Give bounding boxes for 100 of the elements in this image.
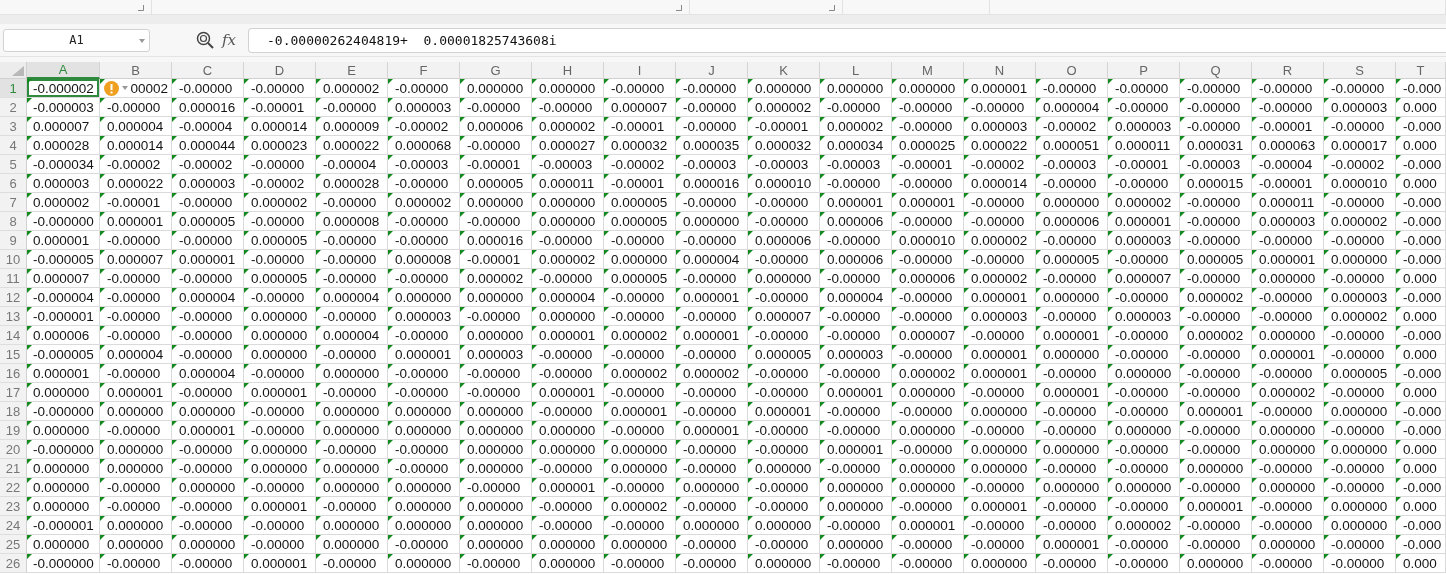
table-cell[interactable]: -0.00000 [1324, 79, 1396, 98]
table-cell[interactable]: 0.000000 [892, 383, 964, 402]
table-cell[interactable]: -0.00000 [100, 497, 172, 516]
table-cell[interactable]: 0.000003 [964, 307, 1036, 326]
table-cell[interactable]: 0.000003 [460, 345, 532, 364]
table-cell[interactable]: -0.00000 [316, 307, 388, 326]
table-cell[interactable]: 0.000011 [532, 174, 604, 193]
table-cell[interactable]: 0.000000 [27, 459, 100, 478]
column-header[interactable]: R [1252, 62, 1324, 79]
table-cell[interactable]: -0.00000 [1324, 554, 1396, 573]
column-header[interactable]: L [820, 62, 892, 79]
table-cell[interactable]: 0.000007 [604, 98, 676, 117]
table-cell[interactable]: -0.00000 [460, 136, 532, 155]
table-cell[interactable]: 0.000005 [604, 212, 676, 231]
table-cell[interactable]: -0.00000 [244, 212, 316, 231]
table-cell[interactable]: -0.00000 [1324, 535, 1396, 554]
table-cell[interactable]: -0.000 [1396, 421, 1446, 440]
table-cell[interactable]: 0.000000 [748, 516, 820, 535]
row-header[interactable]: 18 [0, 402, 27, 421]
table-cell[interactable]: -0.00000 [316, 193, 388, 212]
table-cell[interactable]: -0.000003 [27, 98, 100, 117]
table-cell[interactable]: -0.00003 [388, 155, 460, 174]
table-cell[interactable]: 0.000005 [748, 345, 820, 364]
table-cell[interactable]: 0.000000 [316, 421, 388, 440]
row-header[interactable]: 16 [0, 364, 27, 383]
table-cell[interactable]: -0.00003 [532, 155, 604, 174]
table-cell[interactable]: 0.000004 [1036, 98, 1108, 117]
table-cell[interactable]: 0.000005 [172, 212, 244, 231]
table-cell[interactable]: -0.00000 [532, 516, 604, 535]
table-cell[interactable]: -0.00000 [388, 79, 460, 98]
table-cell[interactable]: -0.00000 [316, 554, 388, 573]
table-cell[interactable]: -0.00000 [1036, 497, 1108, 516]
table-cell[interactable]: 0.000 [1396, 440, 1446, 459]
table-cell[interactable]: 0.000000 [604, 535, 676, 554]
table-cell[interactable]: -0.000000 [27, 440, 100, 459]
table-cell[interactable]: -0.00000 [1180, 383, 1252, 402]
row-header[interactable]: 6 [0, 174, 27, 193]
row-header[interactable]: 12 [0, 288, 27, 307]
table-cell[interactable]: -0.00000 [532, 364, 604, 383]
table-cell[interactable]: -0.00000 [1324, 459, 1396, 478]
table-cell[interactable]: 0.000000 [532, 535, 604, 554]
table-cell[interactable]: 0.000000 [748, 79, 820, 98]
table-cell[interactable]: -0.00000 [676, 117, 748, 136]
table-cell[interactable]: -0.00000 [820, 554, 892, 573]
table-cell[interactable]: -0.00000 [1324, 326, 1396, 345]
table-cell[interactable]: -0.00000 [1180, 535, 1252, 554]
table-cell[interactable]: -0.000 [1396, 535, 1446, 554]
table-cell[interactable]: 0.000 [1396, 269, 1446, 288]
table-cell[interactable]: 0.000000 [820, 478, 892, 497]
table-cell[interactable]: -0.00000 [604, 345, 676, 364]
table-cell[interactable]: 0.000001 [604, 402, 676, 421]
table-cell[interactable]: -0.00000 [1180, 307, 1252, 326]
table-cell[interactable]: 0.000002 [1108, 516, 1180, 535]
table-cell[interactable]: 0.000000 [1180, 459, 1252, 478]
table-cell[interactable]: -0.00000 [604, 79, 676, 98]
table-cell[interactable]: 0.000010 [1324, 174, 1396, 193]
row-header[interactable]: 21 [0, 459, 27, 478]
table-cell[interactable]: 0.000001 [748, 402, 820, 421]
table-cell[interactable]: 0.000000 [388, 421, 460, 440]
table-cell[interactable]: 0.000044 [172, 136, 244, 155]
table-cell[interactable]: -0.00000 [964, 98, 1036, 117]
table-cell[interactable]: -0.000 [1396, 326, 1446, 345]
table-cell[interactable]: 0.000000 [1324, 402, 1396, 421]
table-cell[interactable]: -0.00000 [1324, 269, 1396, 288]
table-cell[interactable]: 0.000000 [1252, 440, 1324, 459]
table-cell[interactable]: -0.00004 [172, 117, 244, 136]
table-cell[interactable]: -0.00000 [1180, 269, 1252, 288]
table-cell[interactable]: -0.00000 [1108, 79, 1180, 98]
column-header[interactable]: O [1036, 62, 1108, 79]
table-cell[interactable]: 0.000000 [316, 535, 388, 554]
table-cell[interactable]: 0.000000 [244, 459, 316, 478]
table-cell[interactable]: -0.00000 [1108, 497, 1180, 516]
table-cell[interactable]: 0.000007 [1108, 269, 1180, 288]
table-cell[interactable]: -0.00000 [964, 193, 1036, 212]
table-cell[interactable]: -0.000 [1396, 155, 1446, 174]
table-cell[interactable]: 0.000000 [1252, 535, 1324, 554]
table-cell[interactable]: -0.00000 [604, 307, 676, 326]
table-cell[interactable]: -0.00000 [892, 117, 964, 136]
column-header[interactable]: K [748, 62, 820, 79]
table-cell[interactable]: 0.000016 [676, 174, 748, 193]
table-cell[interactable]: 0.000000 [388, 516, 460, 535]
table-cell[interactable]: -0.00000 [172, 516, 244, 535]
table-cell[interactable]: -0.00003 [676, 155, 748, 174]
table-cell[interactable]: 0.000000 [892, 459, 964, 478]
table-cell[interactable]: 0.000007 [27, 117, 100, 136]
table-cell[interactable]: -0.00000 [1180, 345, 1252, 364]
table-cell[interactable]: 0.000000 [1108, 364, 1180, 383]
table-cell[interactable]: -0.00000 [748, 288, 820, 307]
table-cell[interactable]: -0.00000 [892, 535, 964, 554]
table-cell[interactable]: -0.00000 [676, 307, 748, 326]
table-cell[interactable]: 0.000002 [604, 497, 676, 516]
table-cell[interactable]: -0.00003 [1180, 155, 1252, 174]
table-cell[interactable]: 0.000002 [1108, 193, 1180, 212]
table-cell[interactable]: 0.000002 [892, 364, 964, 383]
table-cell[interactable]: -0.00002 [172, 155, 244, 174]
table-cell[interactable]: 0.000003 [27, 174, 100, 193]
table-cell[interactable]: 0.000008 [388, 250, 460, 269]
table-cell[interactable]: 0.000001 [892, 193, 964, 212]
table-cell[interactable]: 0.000025 [892, 136, 964, 155]
table-cell[interactable]: 0.000000 [172, 478, 244, 497]
